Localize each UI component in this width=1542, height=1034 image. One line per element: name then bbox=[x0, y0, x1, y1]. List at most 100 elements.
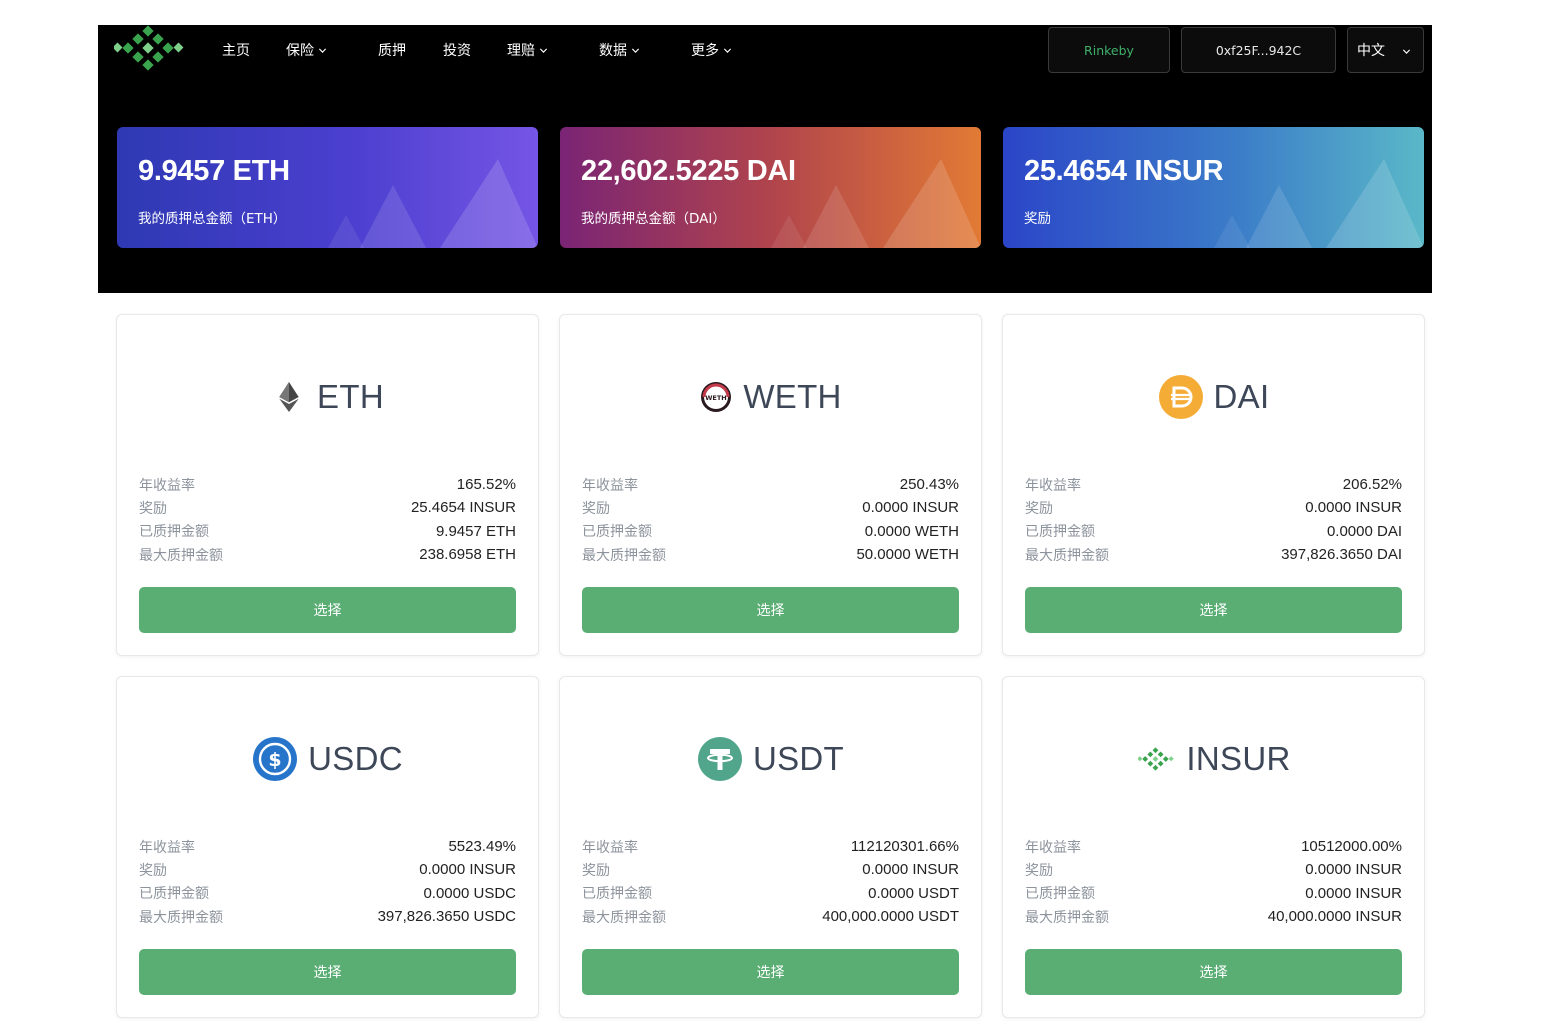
row-label: 已质押金额 bbox=[139, 886, 209, 903]
stat-label: 奖励 bbox=[1024, 211, 1051, 227]
token-name: INSUR bbox=[1186, 740, 1291, 777]
row-reward: 奖励 0.0000 INSUR bbox=[1025, 496, 1402, 519]
mountain-decoration-icon bbox=[318, 127, 538, 248]
chevron-down-icon bbox=[1402, 47, 1411, 56]
card-stats: 年收益率 250.43% 奖励 0.0000 INSUR 已质押金额 0.0000 W… bbox=[582, 473, 959, 566]
row-label: 年收益率 bbox=[582, 477, 638, 494]
top-nav: 主页 保险 质押 投资 理赔 数据 更多 Rinkeby 0xf25F...94… bbox=[98, 25, 1432, 75]
nav-item-label: 更多 bbox=[691, 43, 719, 59]
row-label: 最大质押金额 bbox=[582, 547, 666, 564]
card-stats: 年收益率 165.52% 奖励 25.4654 INSUR 已质押金额 9.9457 … bbox=[139, 473, 516, 566]
insur-logo-icon[interactable] bbox=[114, 25, 184, 71]
eth-icon bbox=[271, 379, 307, 415]
row-staked: 已质押金额 9.9457 ETH bbox=[139, 520, 516, 543]
nav-item-claims[interactable]: 理赔 bbox=[507, 40, 599, 60]
row-max-stake: 最大质押金额 400,000.0000 USDT bbox=[582, 905, 959, 928]
select-button[interactable]: 选择 bbox=[1025, 949, 1402, 995]
select-button[interactable]: 选择 bbox=[139, 587, 516, 633]
card-header: INSUR bbox=[1003, 735, 1424, 783]
nav-item-label: 数据 bbox=[599, 43, 627, 59]
row-max-stake: 最大质押金额 50.0000 WETH bbox=[582, 543, 959, 566]
token-name: DAI bbox=[1213, 378, 1270, 415]
select-button[interactable]: 选择 bbox=[582, 949, 959, 995]
row-value: 40,000.0000 INSUR bbox=[1267, 908, 1402, 926]
card-stats: 年收益率 206.52% 奖励 0.0000 INSUR 已质押金额 0.0000 D… bbox=[1025, 473, 1402, 566]
row-reward: 奖励 0.0000 INSUR bbox=[582, 858, 959, 881]
row-apy: 年收益率 250.43% bbox=[582, 473, 959, 496]
row-apy: 年收益率 5523.49% bbox=[139, 835, 516, 858]
row-label: 奖励 bbox=[139, 862, 167, 879]
row-label: 已质押金额 bbox=[1025, 524, 1095, 541]
row-reward: 奖励 0.0000 INSUR bbox=[1025, 858, 1402, 881]
row-staked: 已质押金额 0.0000 DAI bbox=[1025, 520, 1402, 543]
row-value: 400,000.0000 USDT bbox=[822, 908, 959, 926]
row-value: 0.0000 WETH bbox=[864, 522, 959, 540]
nav-item-more[interactable]: 更多 bbox=[691, 40, 751, 60]
nav-menu: 主页 保险 质押 投资 理赔 数据 更多 bbox=[222, 25, 751, 75]
select-button[interactable]: 选择 bbox=[1025, 587, 1402, 633]
row-value: 397,826.3650 DAI bbox=[1281, 546, 1402, 564]
row-value: 238.6958 ETH bbox=[419, 546, 516, 564]
row-value: 112120301.66% bbox=[850, 838, 959, 856]
row-max-stake: 最大质押金额 238.6958 ETH bbox=[139, 543, 516, 566]
row-value: 5523.49% bbox=[448, 838, 516, 856]
token-name: USDT bbox=[752, 740, 845, 777]
nav-item-label: 保险 bbox=[286, 43, 314, 59]
row-value: 50.0000 WETH bbox=[856, 546, 959, 564]
select-button[interactable]: 选择 bbox=[139, 949, 516, 995]
row-label: 奖励 bbox=[582, 862, 610, 879]
weth-icon: WETH bbox=[699, 380, 733, 414]
row-value: 25.4654 INSUR bbox=[410, 499, 516, 517]
nav-item-data[interactable]: 数据 bbox=[599, 40, 691, 60]
stat-value: 25.4654 INSUR bbox=[1024, 155, 1224, 187]
row-reward: 奖励 0.0000 INSUR bbox=[139, 858, 516, 881]
wallet-address-button[interactable]: 0xf25F...942C bbox=[1181, 27, 1336, 73]
row-value: 206.52% bbox=[1342, 476, 1402, 494]
nav-item-insurance[interactable]: 保险 bbox=[286, 40, 378, 60]
row-staked: 已质押金额 0.0000 WETH bbox=[582, 520, 959, 543]
row-staked: 已质押金额 0.0000 USDT bbox=[582, 882, 959, 905]
row-value: 0.0000 INSUR bbox=[419, 861, 516, 879]
nav-item-invest[interactable]: 投资 bbox=[443, 40, 507, 60]
nav-item-home[interactable]: 主页 bbox=[222, 40, 286, 60]
row-label: 年收益率 bbox=[139, 839, 195, 856]
row-label: 已质押金额 bbox=[139, 524, 209, 541]
staking-card-eth: ETH 年收益率 165.52% 奖励 25.4654 INSUR 已质押金额 9.9… bbox=[116, 314, 539, 656]
row-value: 0.0000 INSUR bbox=[862, 499, 959, 517]
row-label: 最大质押金额 bbox=[582, 909, 666, 926]
network-button[interactable]: Rinkeby bbox=[1048, 27, 1170, 73]
nav-item-label: 主页 bbox=[222, 43, 250, 59]
nav-item-staking[interactable]: 质押 bbox=[378, 40, 443, 60]
mountain-decoration-icon bbox=[1204, 127, 1424, 248]
row-value: 0.0000 USDT bbox=[868, 884, 959, 902]
row-value: 0.0000 DAI bbox=[1326, 522, 1402, 540]
row-value: 0.0000 INSUR bbox=[1305, 861, 1402, 879]
row-value: 0.0000 INSUR bbox=[862, 861, 959, 879]
row-max-stake: 最大质押金额 397,826.3650 USDC bbox=[139, 905, 516, 928]
card-header: $ USDC bbox=[117, 735, 538, 783]
stat-card-rewards: 25.4654 INSUR 奖励 bbox=[1003, 127, 1424, 248]
header-banner: 主页 保险 质押 投资 理赔 数据 更多 Rinkeby 0xf25F...94… bbox=[98, 25, 1432, 293]
token-name: ETH bbox=[317, 378, 384, 415]
row-label: 已质押金额 bbox=[582, 524, 652, 541]
usdc-icon: $ bbox=[252, 736, 298, 782]
usdt-icon bbox=[697, 736, 743, 782]
row-value: 165.52% bbox=[456, 476, 516, 494]
row-staked: 已质押金额 0.0000 USDC bbox=[139, 882, 516, 905]
chevron-down-icon bbox=[318, 46, 327, 55]
staking-card-insur: INSUR 年收益率 10512000.00% 奖励 0.0000 INSUR 已质… bbox=[1002, 676, 1425, 1018]
svg-text:WETH: WETH bbox=[706, 394, 727, 402]
row-max-stake: 最大质押金额 397,826.3650 DAI bbox=[1025, 543, 1402, 566]
stat-value: 22,602.5225 DAI bbox=[581, 155, 796, 187]
row-label: 年收益率 bbox=[1025, 477, 1081, 494]
language-select[interactable]: 中文 bbox=[1347, 27, 1424, 73]
chevron-down-icon bbox=[631, 46, 640, 55]
row-label: 年收益率 bbox=[582, 839, 638, 856]
row-label: 最大质押金额 bbox=[139, 909, 223, 926]
card-stats: 年收益率 112120301.66% 奖励 0.0000 INSUR 已质押金额 0.… bbox=[582, 835, 959, 928]
row-value: 10512000.00% bbox=[1301, 838, 1402, 856]
select-button[interactable]: 选择 bbox=[582, 587, 959, 633]
row-label: 最大质押金额 bbox=[1025, 909, 1109, 926]
row-value: 0.0000 INSUR bbox=[1305, 884, 1402, 902]
card-stats: 年收益率 10512000.00% 奖励 0.0000 INSUR 已质押金额 0.0… bbox=[1025, 835, 1402, 928]
